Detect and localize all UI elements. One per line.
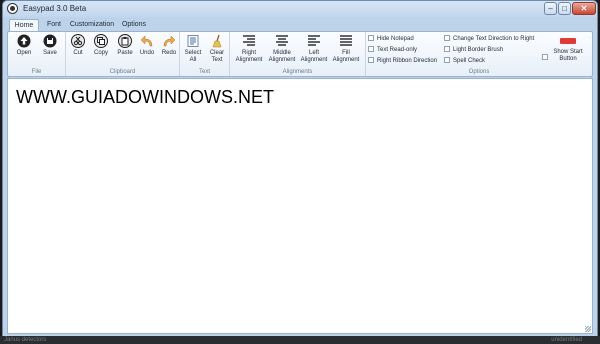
desktop-background-strip: Janus detectors unidentified: [0, 336, 600, 344]
checkbox-box[interactable]: [444, 57, 450, 63]
group-label-text: Text: [198, 69, 210, 75]
group-label-alignments: Alignments: [282, 69, 313, 75]
broom-icon: [212, 34, 222, 48]
change-text-direction-label: Change Text Direction to Right: [453, 36, 535, 42]
start-button-swatch-icon: [560, 38, 576, 44]
right-ribbon-direction-checkbox[interactable]: Right Ribbon Direction: [368, 57, 437, 65]
redo-arrow-icon: [163, 35, 176, 47]
redo-label: Redo: [161, 50, 177, 56]
checkbox-box[interactable]: [368, 57, 374, 63]
open-label: Open: [16, 50, 32, 56]
desktop-left-text: Janus detectors: [4, 337, 47, 343]
middle-alignment-label: Middle Alignment: [268, 50, 296, 63]
app-window: Easypad 3.0 Beta – □ ✕ Home Font Customi…: [2, 0, 598, 337]
right-ribbon-direction-label: Right Ribbon Direction: [377, 58, 438, 64]
light-border-brush-label: Light Border Brush: [453, 47, 504, 53]
redo-button[interactable]: Redo: [158, 34, 180, 57]
resize-grip[interactable]: [585, 326, 591, 332]
select-all-label: Select All: [184, 50, 202, 63]
align-left-icon: [308, 35, 320, 46]
fill-alignment-label: Fill Alignment: [332, 50, 360, 63]
copy-button[interactable]: Copy: [90, 34, 112, 57]
left-alignment-button[interactable]: Left Alignment: [298, 34, 330, 64]
spell-check-label: Spell Check: [453, 58, 486, 64]
save-button[interactable]: Save: [38, 34, 62, 57]
align-center-icon: [276, 35, 288, 46]
left-alignment-label: Left Alignment: [300, 50, 328, 63]
group-alignments: Right Alignment Middle Alignment Left Al…: [230, 32, 366, 76]
clear-text-button[interactable]: Clear Text: [206, 34, 228, 64]
cut-button[interactable]: Cut: [68, 34, 88, 57]
change-text-direction-checkbox[interactable]: Change Text Direction to Right: [444, 35, 534, 43]
select-all-icon: [187, 35, 199, 47]
select-all-button[interactable]: Select All: [182, 34, 204, 64]
desktop-right-text: unidentified: [551, 337, 582, 343]
app-icon[interactable]: [7, 3, 18, 14]
right-alignment-button[interactable]: Right Alignment: [232, 34, 266, 64]
copy-icon: [94, 34, 108, 48]
hide-notepad-checkbox[interactable]: Hide Notepad: [368, 35, 414, 43]
align-justify-icon: [340, 35, 352, 46]
align-right-icon: [243, 35, 255, 46]
checkbox-box[interactable]: [368, 46, 374, 52]
group-label-file: File: [31, 69, 42, 75]
right-alignment-label: Right Alignment: [235, 50, 263, 63]
group-text: Select All Clear Text Text: [180, 32, 230, 76]
group-clipboard: Cut Copy Paste Undo Redo Clipboard: [66, 32, 180, 76]
scissors-icon: [71, 34, 85, 48]
text-read-only-label: Text Read-only: [377, 47, 418, 53]
cut-label: Cut: [73, 50, 83, 56]
copy-label: Copy: [93, 50, 108, 56]
document-text[interactable]: WWW.GUIADOWINDOWS.NET: [16, 87, 274, 108]
checkbox-box[interactable]: [444, 35, 450, 41]
open-icon: [17, 34, 31, 48]
close-button[interactable]: ✕: [572, 2, 596, 15]
group-label-clipboard: Clipboard: [109, 69, 136, 75]
undo-label: Undo: [139, 50, 155, 56]
paste-button[interactable]: Paste: [114, 34, 136, 57]
window-title: Easypad 3.0 Beta: [23, 4, 87, 13]
open-button[interactable]: Open: [12, 34, 36, 57]
save-icon: [43, 34, 57, 48]
paste-label: Paste: [117, 50, 133, 56]
title-bar[interactable]: Easypad 3.0 Beta – □ ✕: [3, 1, 597, 17]
middle-alignment-button[interactable]: Middle Alignment: [266, 34, 298, 64]
fill-alignment-button[interactable]: Fill Alignment: [330, 34, 362, 64]
group-options: Hide Notepad Text Read-only Right Ribbon…: [366, 32, 592, 76]
clear-text-label: Clear Text: [209, 50, 225, 63]
text-editor[interactable]: WWW.GUIADOWINDOWS.NET: [7, 78, 593, 334]
paste-icon: [118, 34, 132, 48]
ribbon: Open Save File Cut Copy Paste Undo Redo …: [7, 31, 593, 77]
undo-arrow-icon: [140, 35, 153, 47]
maximize-button[interactable]: □: [558, 2, 571, 15]
hide-notepad-label: Hide Notepad: [377, 36, 414, 42]
show-start-button-label: Show Start Button: [553, 49, 583, 62]
text-read-only-checkbox[interactable]: Text Read-only: [368, 46, 417, 54]
light-border-brush-checkbox[interactable]: Light Border Brush: [444, 46, 503, 54]
group-label-options: Options: [468, 69, 490, 75]
show-start-button[interactable]: Show Start Button: [548, 34, 588, 63]
group-file: Open Save File: [8, 32, 66, 76]
minimize-button[interactable]: –: [544, 2, 557, 15]
checkbox-box[interactable]: [444, 46, 450, 52]
save-label: Save: [43, 50, 57, 56]
spell-check-checkbox[interactable]: Spell Check: [444, 57, 485, 65]
undo-button[interactable]: Undo: [136, 34, 158, 57]
checkbox-box[interactable]: [368, 35, 374, 41]
